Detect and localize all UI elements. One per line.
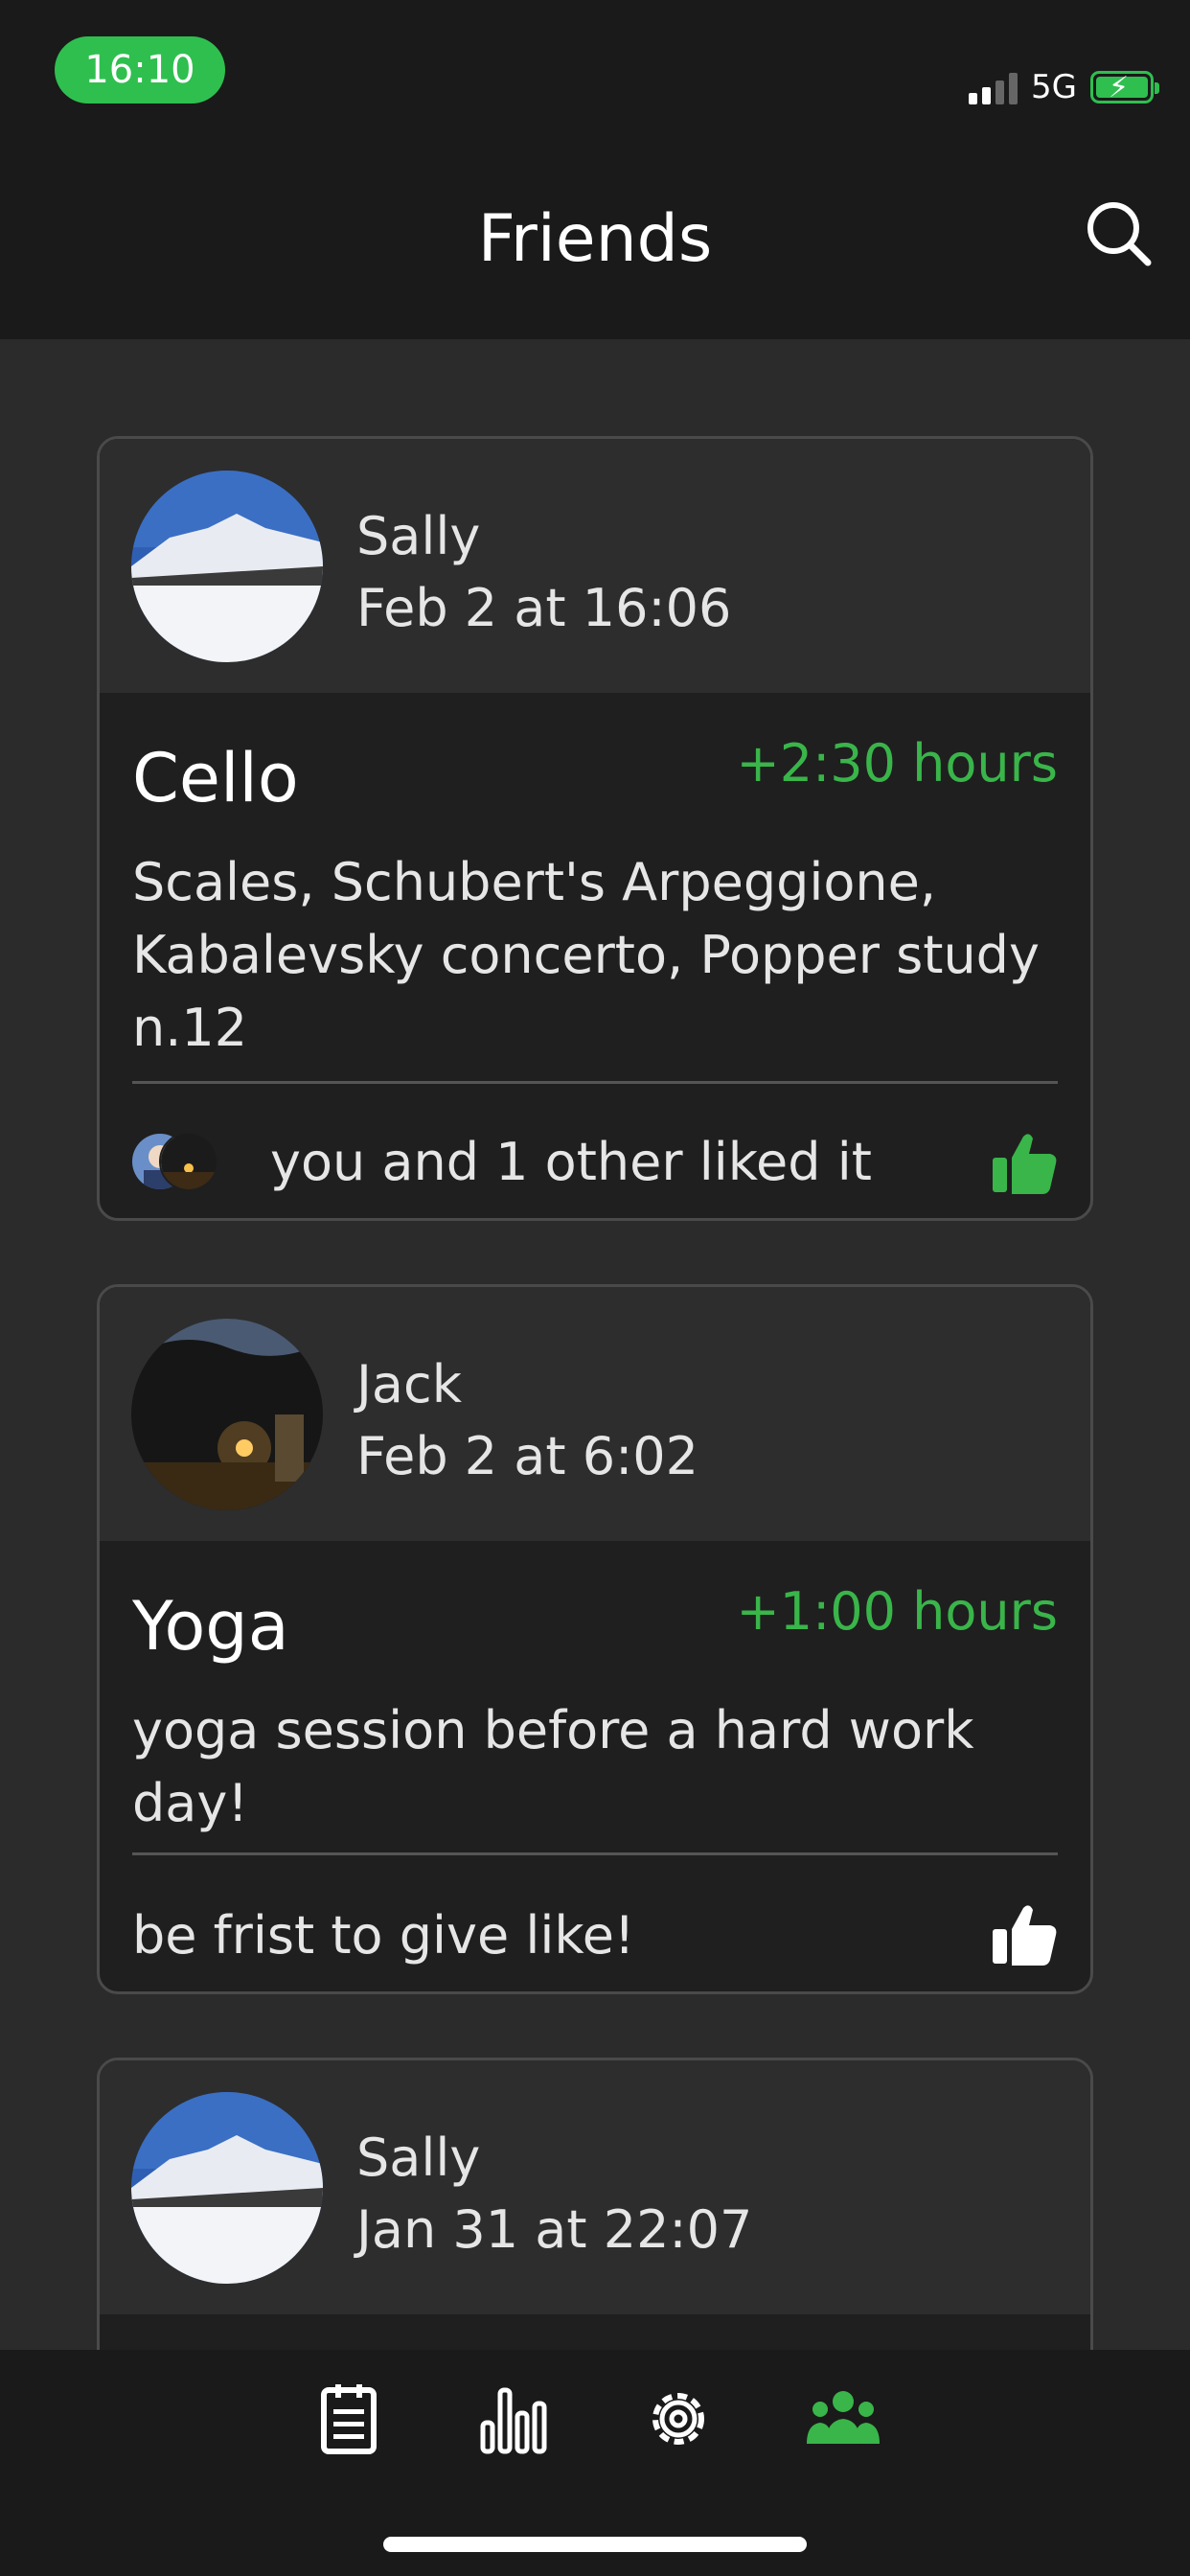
search-icon[interactable] bbox=[1083, 197, 1156, 270]
battery-icon: ⚡ bbox=[1090, 71, 1159, 104]
activity-title: Cello bbox=[132, 739, 299, 817]
activity-card[interactable]: Sally Feb 2 at 16:06 Cello +2:30 hours S… bbox=[97, 436, 1093, 1221]
avatar[interactable] bbox=[131, 2092, 323, 2284]
card-header: Sally Jan 31 at 22:07 bbox=[100, 2060, 1090, 2314]
page-title: Friends bbox=[477, 201, 713, 277]
activity-title: Yoga bbox=[132, 1587, 289, 1666]
thumbs-up-icon[interactable] bbox=[991, 1900, 1058, 1967]
activity-notes: Scales, Schubert's Arpeggione, Kabalevsk… bbox=[132, 852, 1040, 1058]
divider bbox=[132, 1852, 1058, 1855]
user-name[interactable]: Sally bbox=[356, 2128, 480, 2188]
hours-badge: +1:00 hours bbox=[736, 1581, 1059, 1642]
activity-card[interactable]: Jack Feb 2 at 6:02 Yoga +1:00 hours yoga… bbox=[97, 1284, 1093, 1994]
user-name[interactable]: Jack bbox=[356, 1354, 462, 1414]
status-bar: 16:10 5G ⚡ bbox=[0, 0, 1190, 134]
home-indicator[interactable] bbox=[383, 2537, 807, 2552]
card-header: Sally Feb 2 at 16:06 bbox=[100, 439, 1090, 693]
card-header: Jack Feb 2 at 6:02 bbox=[100, 1287, 1090, 1541]
avatar[interactable] bbox=[131, 471, 323, 662]
notepad-icon[interactable] bbox=[310, 2380, 387, 2457]
bar-chart-icon[interactable] bbox=[475, 2380, 552, 2457]
liker-avatar bbox=[159, 1132, 218, 1191]
signal-icon bbox=[969, 70, 1018, 104]
activity-notes: yoga session before a hard work day! bbox=[132, 1700, 974, 1833]
user-name[interactable]: Sally bbox=[356, 506, 480, 566]
hours-badge: +2:30 hours bbox=[736, 733, 1059, 794]
app-header: Friends bbox=[0, 134, 1190, 339]
likes-summary[interactable]: you and 1 other liked it bbox=[270, 1132, 872, 1192]
likes-summary[interactable]: be frist to give like! bbox=[132, 1905, 635, 1966]
post-date: Feb 2 at 16:06 bbox=[356, 578, 732, 638]
network-label: 5G bbox=[1031, 68, 1077, 106]
friends-icon[interactable] bbox=[805, 2380, 881, 2457]
status-indicators: 5G ⚡ bbox=[969, 63, 1159, 111]
divider bbox=[132, 1081, 1058, 1084]
status-time: 16:10 bbox=[55, 36, 225, 104]
post-date: Jan 31 at 22:07 bbox=[356, 2199, 753, 2260]
avatar[interactable] bbox=[131, 1319, 323, 1510]
gear-icon[interactable] bbox=[640, 2380, 717, 2457]
post-date: Feb 2 at 6:02 bbox=[356, 1426, 698, 1486]
thumbs-up-icon[interactable] bbox=[991, 1129, 1058, 1196]
